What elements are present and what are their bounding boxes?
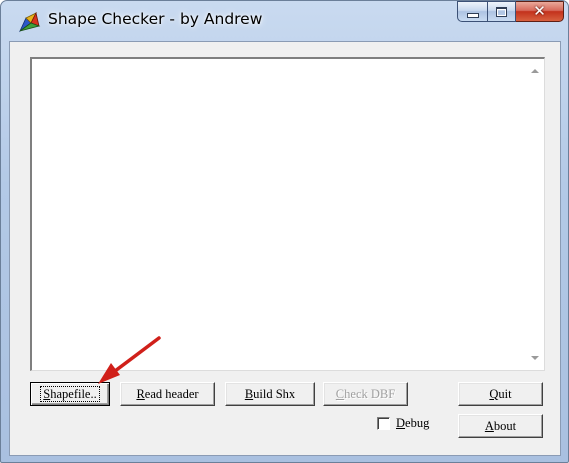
close-icon: ✕ xyxy=(533,2,546,20)
build-shx-button-label: Build Shx xyxy=(244,386,296,401)
caption-buttons: ✕ xyxy=(457,1,564,23)
quit-button[interactable]: Quit xyxy=(458,382,543,406)
output-textbox[interactable] xyxy=(30,57,545,371)
title-bar[interactable]: Shape Checker - by Andrew ✕ xyxy=(1,1,568,41)
shapefile-button[interactable]: Shapefile.. xyxy=(30,382,110,406)
build-shx-button[interactable]: Build Shx xyxy=(225,382,315,406)
app-icon xyxy=(18,11,41,33)
read-header-button-label: Read header xyxy=(136,386,199,401)
check-dbf-button-label: Check DBF xyxy=(335,386,396,401)
window-title: Shape Checker - by Andrew xyxy=(48,10,263,28)
about-button[interactable]: About xyxy=(458,414,543,438)
quit-button-label: Quit xyxy=(489,386,512,401)
read-header-button[interactable]: Read header xyxy=(120,382,215,406)
close-button[interactable]: ✕ xyxy=(516,1,564,22)
debug-checkbox[interactable] xyxy=(377,417,390,430)
scroll-down-arrow-icon[interactable] xyxy=(531,356,539,360)
shapefile-button-label: Shapefile.. xyxy=(40,386,100,402)
vertical-scrollbar[interactable] xyxy=(527,59,544,370)
app-window: Shape Checker - by Andrew ✕ Shapefile.. xyxy=(0,0,569,463)
about-button-label: About xyxy=(484,418,517,433)
debug-label: Debug xyxy=(396,416,430,430)
maximize-button[interactable] xyxy=(487,1,516,22)
scroll-up-arrow-icon[interactable] xyxy=(531,69,539,73)
minimize-icon xyxy=(466,13,479,18)
check-dbf-button[interactable]: Check DBF xyxy=(323,382,408,406)
maximize-icon xyxy=(496,6,507,17)
debug-checkbox-group[interactable]: Debug xyxy=(377,416,429,431)
minimize-button[interactable] xyxy=(457,1,487,22)
dialog-client-area: Shapefile.. Read header Build Shx Check … xyxy=(9,41,561,456)
